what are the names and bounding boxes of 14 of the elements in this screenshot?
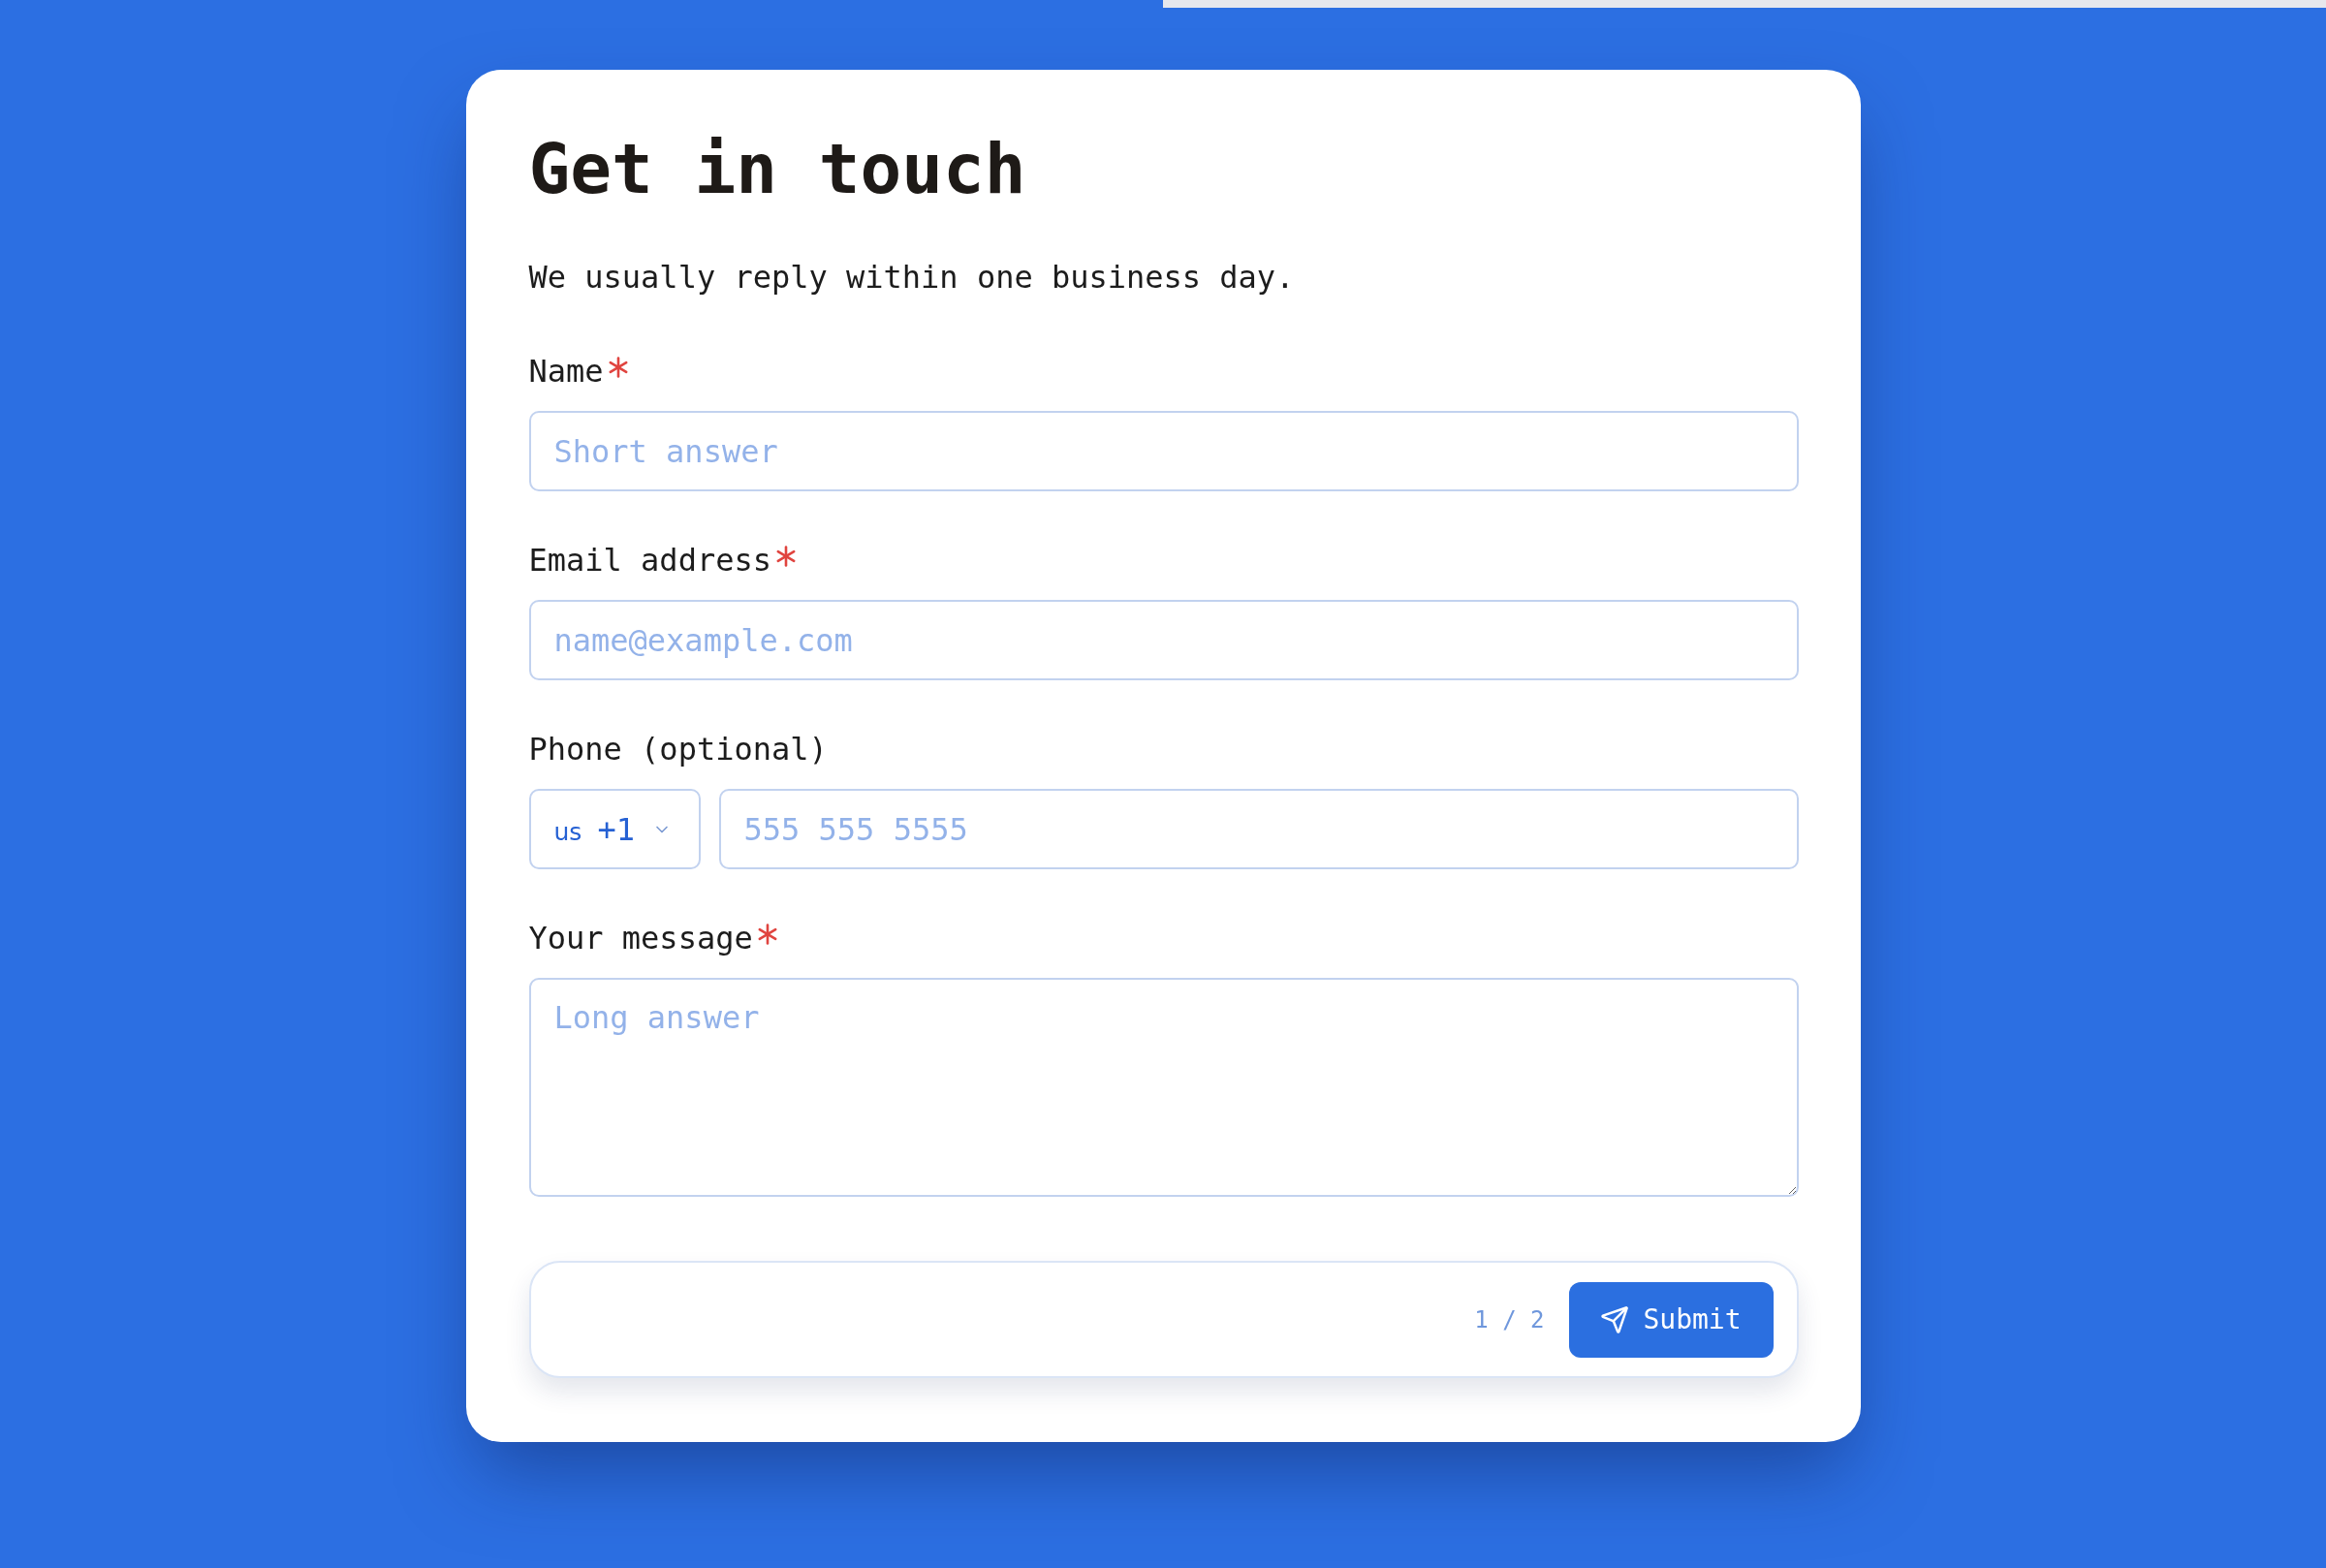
field-label: Phone (optional) [528, 730, 828, 768]
submit-button[interactable]: Submit [1568, 1281, 1774, 1358]
message-textarea[interactable]: Long answer [528, 978, 1799, 1197]
form-title: Get in touch [528, 128, 1026, 211]
paper-plane-icon [1600, 1304, 1630, 1334]
field-label: Email address [528, 541, 771, 580]
phone-input[interactable]: 555 555 5555 [718, 789, 1799, 869]
country-select[interactable]: us +1 [528, 789, 701, 869]
field-label: Name [528, 352, 604, 391]
form-subtitle: We usually reply within one business day. [528, 258, 1295, 297]
field-label: Your message [528, 919, 753, 957]
email-input[interactable]: name@example.com [528, 600, 1799, 680]
page-counter: 1 / 2 [1474, 1305, 1545, 1333]
text-input[interactable]: Short answer [528, 411, 1799, 491]
